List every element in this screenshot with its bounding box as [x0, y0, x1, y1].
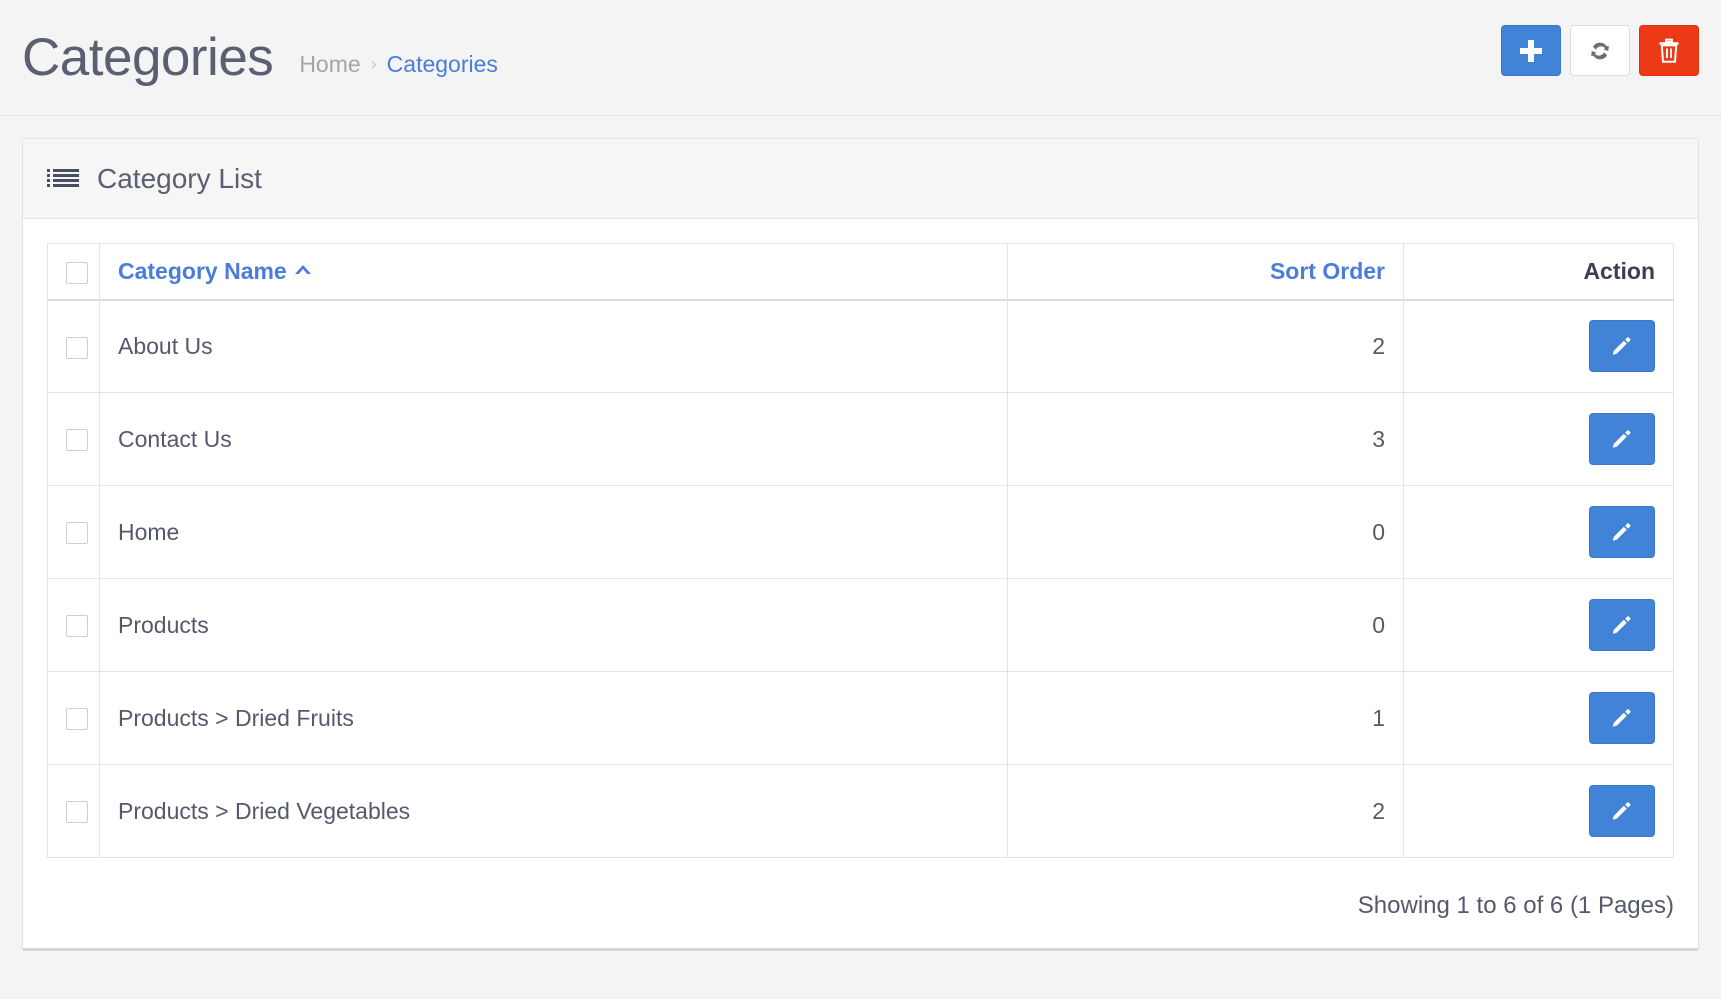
edit-button[interactable]: [1589, 692, 1655, 744]
delete-button[interactable]: [1639, 25, 1699, 76]
edit-button[interactable]: [1589, 785, 1655, 837]
row-checkbox[interactable]: [66, 708, 88, 731]
table-row: Home 0: [47, 485, 1674, 579]
cell-category-name: About Us: [99, 299, 1008, 393]
pencil-icon: [1612, 616, 1631, 634]
cell-action: [1403, 299, 1674, 393]
pencil-icon: [1612, 337, 1631, 355]
table-row: Products > Dried Vegetables 2: [47, 764, 1674, 858]
caret-up-icon: [294, 264, 311, 275]
cell-action: [1403, 671, 1674, 765]
row-checkbox[interactable]: [66, 615, 88, 638]
edit-button[interactable]: [1589, 320, 1655, 373]
row-select-cell: [47, 299, 100, 393]
row-select-cell: [47, 485, 100, 579]
page-header: Categories Home › Categories: [0, 0, 1721, 116]
column-header-action: Action: [1403, 243, 1674, 301]
cell-sort-order: 0: [1007, 485, 1404, 579]
breadcrumb-home[interactable]: Home: [299, 51, 360, 78]
cell-category-name: Contact Us: [99, 392, 1008, 486]
table-row: Products 0: [47, 578, 1674, 672]
row-checkbox[interactable]: [66, 522, 88, 545]
header-actions: [1501, 25, 1699, 76]
table-row: Contact Us 3: [47, 392, 1674, 486]
row-checkbox[interactable]: [66, 336, 88, 359]
cell-sort-order: 3: [1007, 392, 1404, 486]
row-select-cell: [47, 578, 100, 672]
card-title: Category List: [97, 162, 262, 194]
column-header-sort-order: Sort Order: [1007, 243, 1404, 301]
refresh-icon: [1591, 42, 1609, 59]
sort-by-category-name[interactable]: Category Name: [118, 258, 311, 285]
row-select-cell: [47, 392, 100, 486]
plus-icon: [1520, 39, 1542, 62]
edit-button[interactable]: [1589, 599, 1655, 651]
pencil-icon: [1612, 802, 1631, 820]
breadcrumb: Home › Categories: [299, 51, 498, 78]
cell-action: [1403, 578, 1674, 672]
row-checkbox[interactable]: [66, 801, 88, 824]
list-icon: [47, 169, 79, 188]
table-row: Products > Dried Fruits 1: [47, 671, 1674, 765]
edit-button[interactable]: [1589, 506, 1655, 558]
select-all-checkbox[interactable]: [66, 261, 88, 284]
edit-button[interactable]: [1589, 413, 1655, 465]
page-title: Categories: [22, 28, 274, 87]
add-button[interactable]: [1501, 25, 1561, 76]
pencil-icon: [1612, 430, 1631, 448]
table-header-row: Category Name Sort Order Action: [47, 243, 1674, 301]
table-body: About Us 2 Contact Us 3 Home 0 Products …: [47, 299, 1674, 858]
column-header-name: Category Name: [99, 243, 1008, 301]
cell-sort-order: 2: [1007, 764, 1404, 858]
card-header: Category List: [23, 139, 1698, 219]
cell-sort-order: 2: [1007, 299, 1404, 393]
breadcrumb-separator-icon: ›: [370, 54, 377, 74]
row-select-cell: [47, 764, 100, 858]
cell-action: [1403, 764, 1674, 858]
select-all-header: [47, 243, 100, 301]
row-checkbox[interactable]: [66, 429, 88, 452]
pencil-icon: [1612, 709, 1631, 727]
cell-sort-order: 1: [1007, 671, 1404, 765]
content-area: Category List Category Name Sort Order A…: [0, 116, 1721, 973]
pagination-summary: Showing 1 to 6 of 6 (1 Pages): [1357, 892, 1674, 919]
breadcrumb-current[interactable]: Categories: [387, 51, 498, 78]
refresh-button[interactable]: [1570, 25, 1630, 76]
cell-category-name: Home: [99, 485, 1008, 579]
table-row: About Us 2: [47, 299, 1674, 393]
table-header: Category Name Sort Order Action: [47, 243, 1674, 301]
cell-category-name: Products > Dried Fruits: [99, 671, 1008, 765]
pencil-icon: [1612, 523, 1631, 541]
cell-category-name: Products: [99, 578, 1008, 672]
cell-action: [1403, 485, 1674, 579]
cell-action: [1403, 392, 1674, 486]
category-list-card: Category List Category Name Sort Order A…: [22, 138, 1699, 951]
card-body: Category Name Sort Order Action About Us…: [23, 219, 1698, 948]
trash-icon: [1659, 38, 1679, 63]
category-table: Category Name Sort Order Action About Us…: [47, 243, 1674, 858]
row-select-cell: [47, 671, 100, 765]
column-header-name-label: Category Name: [118, 257, 287, 284]
cell-category-name: Products > Dried Vegetables: [99, 764, 1008, 858]
sort-by-sort-order[interactable]: Sort Order: [1270, 258, 1385, 285]
cell-sort-order: 0: [1007, 578, 1404, 672]
